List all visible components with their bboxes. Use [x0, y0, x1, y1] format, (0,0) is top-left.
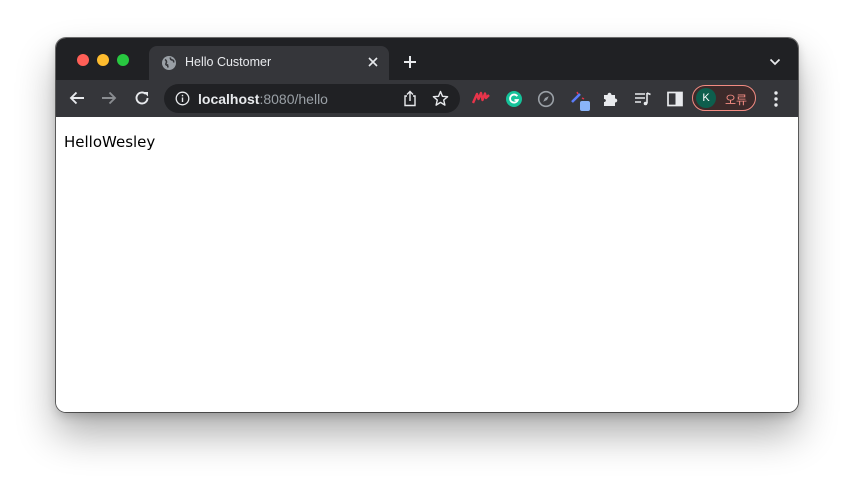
tab-strip: Hello Customer: [56, 38, 798, 80]
avatar: K: [696, 88, 716, 108]
info-icon[interactable]: [175, 91, 190, 106]
url-path: :8080/hello: [259, 91, 328, 107]
browser-toolbar: localhost:8080/hello K 오류: [56, 80, 798, 117]
grammarly-icon[interactable]: [505, 90, 523, 108]
browser-window: Hello Customer localhost:8080/hello K 오류…: [56, 38, 798, 412]
tab-hello-customer[interactable]: Hello Customer: [149, 46, 389, 80]
puzzle-icon[interactable]: [601, 90, 619, 108]
address-bar[interactable]: localhost:8080/hello: [164, 84, 460, 113]
window-close-button[interactable]: [77, 54, 89, 66]
reading-list-icon[interactable]: [634, 90, 652, 108]
red-extension-icon[interactable]: [472, 90, 490, 108]
back-button[interactable]: [68, 89, 86, 107]
url-host: localhost: [198, 91, 260, 107]
greeting-text: HelloWesley: [64, 133, 156, 151]
new-tab-button[interactable]: [403, 55, 417, 69]
window-minimize-button[interactable]: [97, 54, 109, 66]
side-panel-icon[interactable]: [666, 90, 684, 108]
share-icon[interactable]: [402, 90, 418, 107]
tab-title: Hello Customer: [185, 55, 272, 69]
compass-icon[interactable]: [537, 90, 555, 108]
profile-button[interactable]: K 오류: [692, 85, 756, 111]
chevron-down-icon[interactable]: [769, 58, 781, 66]
close-icon[interactable]: [367, 56, 379, 68]
window-maximize-button[interactable]: [117, 54, 129, 66]
reload-button[interactable]: [133, 89, 151, 107]
profile-error-label: 오류: [725, 93, 748, 107]
more-menu-icon[interactable]: [772, 90, 780, 108]
globe-icon: [162, 56, 176, 70]
page-content: HelloWesley: [56, 117, 798, 412]
color-picker-icon[interactable]: [569, 89, 591, 111]
url-text[interactable]: localhost:8080/hello: [198, 91, 328, 107]
forward-button[interactable]: [100, 89, 118, 107]
star-icon[interactable]: [432, 90, 449, 107]
